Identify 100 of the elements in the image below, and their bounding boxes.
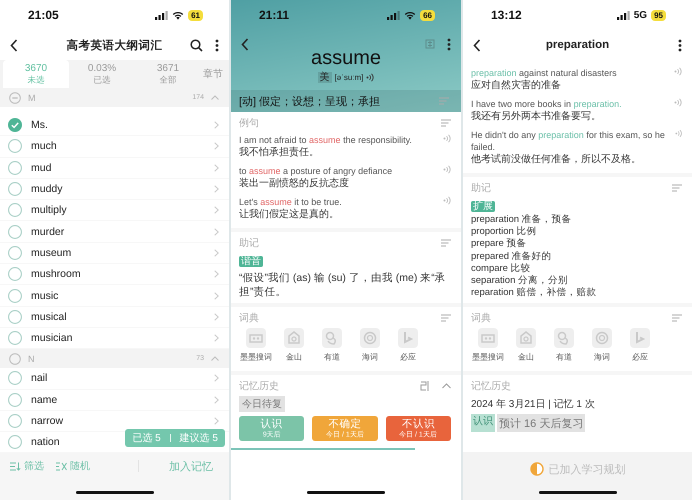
word-label: musical <box>31 310 67 323</box>
word-row[interactable]: museum <box>0 242 229 264</box>
wifi-icon <box>172 10 184 20</box>
word-label: much <box>31 140 57 152</box>
chevron-right-icon <box>214 396 219 404</box>
dictionary-link[interactable]: 有道 <box>547 328 581 364</box>
chevron-right-icon <box>214 248 219 257</box>
unchecked-circle-icon[interactable] <box>8 267 22 282</box>
shuffle-icon <box>56 462 67 470</box>
dictionary-link[interactable]: 墨墨搜词 <box>471 328 505 364</box>
related-word: separation 分离，分别 <box>471 275 570 287</box>
unchecked-circle-icon[interactable] <box>8 182 22 196</box>
section-title: 记忆历史 <box>239 380 279 392</box>
section-title: 助记 <box>239 236 259 250</box>
unchecked-circle-icon[interactable] <box>8 310 22 324</box>
word-row[interactable]: Ms. <box>0 115 229 136</box>
unchecked-circle-icon[interactable] <box>8 414 22 428</box>
battery-indicator: 95 <box>651 10 666 20</box>
dictionary-app-icon <box>554 328 574 348</box>
unchecked-circle-icon[interactable] <box>8 435 22 450</box>
wifi-icon <box>404 10 416 20</box>
sort-icon[interactable] <box>441 314 451 322</box>
circle-icon[interactable] <box>9 352 21 365</box>
dictionary-app-icon <box>322 328 342 348</box>
dictionary-link[interactable]: 金山 <box>277 328 311 364</box>
word-label: museum <box>31 246 72 259</box>
caret-up-icon[interactable] <box>211 95 219 100</box>
word-row[interactable]: name <box>0 390 229 411</box>
unchecked-circle-icon[interactable] <box>8 331 22 346</box>
sort-icon[interactable] <box>672 184 682 192</box>
back-icon[interactable] <box>473 38 481 52</box>
unchecked-circle-icon[interactable] <box>8 392 22 407</box>
dictionary-link[interactable]: 海词 <box>585 328 619 364</box>
headword: assume <box>310 46 382 70</box>
word-label: multiply <box>31 204 67 216</box>
speaker-icon[interactable] <box>366 72 374 82</box>
example-translation: 我还有另外两本书准备要写。 <box>471 110 602 123</box>
checked-circle-icon[interactable] <box>8 118 22 132</box>
example-sentence: preparation against natural disasters <box>471 67 617 79</box>
word-row[interactable]: murder <box>0 221 229 243</box>
word-row[interactable]: mushroom <box>0 264 229 286</box>
dictionary-app-icon <box>592 328 612 348</box>
dictionary-link[interactable]: 有道 <box>315 328 349 364</box>
word-label: narrow <box>31 415 64 427</box>
chevron-right-icon <box>214 142 219 150</box>
sort-icon[interactable] <box>441 238 451 246</box>
dictionary-link[interactable]: 海词 <box>353 328 387 364</box>
list-title: 高考英语大纲词汇 <box>66 38 164 52</box>
dictionary-link[interactable]: 金山 <box>509 328 543 364</box>
word-row[interactable]: music <box>0 285 229 307</box>
word-row[interactable]: multiply <box>0 200 229 222</box>
search-icon[interactable] <box>190 38 203 52</box>
unchecked-circle-icon[interactable] <box>8 224 22 239</box>
status-time: 21:11 <box>259 8 290 22</box>
sort-icon[interactable] <box>672 314 682 322</box>
word-label: nation <box>31 436 60 448</box>
section-title: 词典 <box>239 312 259 324</box>
more-icon[interactable] <box>447 38 451 50</box>
word-row[interactable]: much <box>0 136 229 158</box>
word-row[interactable]: musical <box>0 306 229 328</box>
unchecked-circle-icon[interactable] <box>8 371 22 386</box>
word-row[interactable]: mud <box>0 158 229 179</box>
unchecked-circle-icon[interactable] <box>8 288 22 303</box>
phonetic: [əˈsuːm] <box>334 72 364 82</box>
unchecked-circle-icon[interactable] <box>8 139 22 154</box>
chevron-right-icon <box>214 121 219 130</box>
signal-icon <box>155 10 168 20</box>
section-title: 助记 <box>471 182 491 194</box>
back-icon[interactable] <box>10 38 18 52</box>
filter-icon <box>10 462 21 470</box>
more-icon[interactable] <box>678 38 682 52</box>
group-letter: M <box>28 92 36 102</box>
caret-up-icon[interactable] <box>442 382 451 388</box>
unchecked-circle-icon[interactable] <box>8 203 22 218</box>
word-label: murder <box>31 226 64 238</box>
back-icon[interactable] <box>241 38 249 50</box>
word-label: music <box>31 290 58 302</box>
example-sentence: I am not afraid to assume the responsibility. <box>239 134 412 146</box>
word-label: musician <box>31 332 72 344</box>
caret-up-icon[interactable] <box>211 356 219 362</box>
mnemonic-text: “假设”我们 (as) 输 (su) 了，由我 (me) 来“承担”责任。 <box>239 271 447 299</box>
related-word: reparation 赔偿，补偿，赔款 <box>471 287 598 300</box>
unchecked-circle-icon[interactable] <box>8 160 22 175</box>
chevron-right-icon <box>214 374 219 382</box>
more-icon[interactable] <box>215 38 219 52</box>
dictionary-link[interactable]: 必应 <box>623 328 657 364</box>
word-row[interactable]: nail <box>0 368 229 390</box>
section-title: 例句 <box>239 116 259 130</box>
chevron-right-icon <box>214 206 219 214</box>
word-row[interactable]: muddy <box>0 178 229 200</box>
sort-icon[interactable] <box>439 97 449 105</box>
minus-circle-icon[interactable] <box>9 92 21 104</box>
status-time: 13:12 <box>491 8 522 22</box>
dictionary-link[interactable]: 必应 <box>391 328 425 364</box>
unchecked-circle-icon[interactable] <box>8 246 22 260</box>
dictionary-link[interactable]: 墨墨搜词 <box>239 328 273 364</box>
related-word: prepare 预备 <box>471 238 528 251</box>
network-type: 5G <box>634 10 648 20</box>
word-label: Ms. <box>31 119 48 132</box>
sort-icon[interactable] <box>441 118 451 126</box>
